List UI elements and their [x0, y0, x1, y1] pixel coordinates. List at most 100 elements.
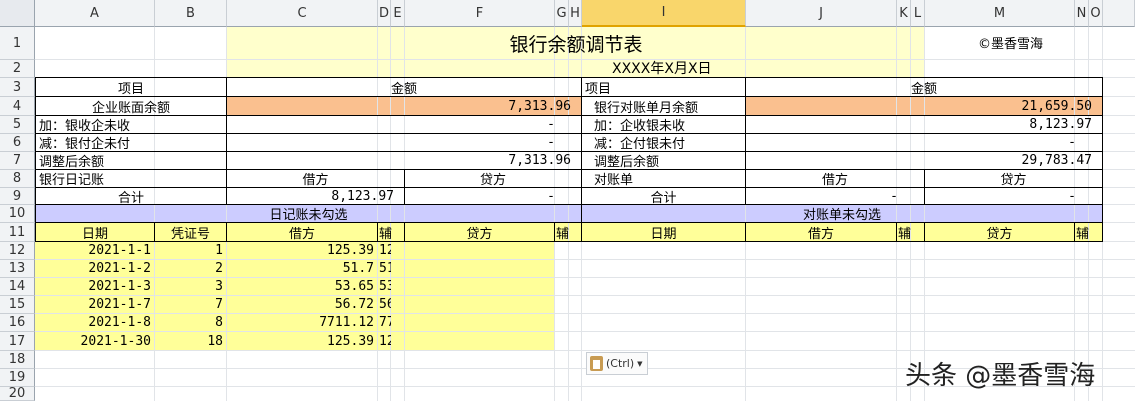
- list-header-aux[interactable]: 辅: [555, 223, 581, 242]
- right-row-label[interactable]: 调整后余额: [582, 152, 745, 169]
- entry-date[interactable]: 2021-1-7: [36, 296, 154, 313]
- right-row-value[interactable]: -: [746, 134, 1102, 151]
- row-header[interactable]: 14: [0, 278, 35, 296]
- entry-date[interactable]: 2021-1-1: [36, 242, 154, 259]
- list-header-date[interactable]: 日期: [36, 223, 154, 242]
- right-amount-header[interactable]: 金额: [746, 78, 1102, 97]
- left-row-label[interactable]: 调整后余额: [36, 152, 226, 169]
- col-header-c[interactable]: C: [227, 0, 378, 27]
- row-header[interactable]: 19: [0, 369, 35, 387]
- left-total-debit[interactable]: 8,123.97: [227, 188, 404, 204]
- right-row-value[interactable]: 29,783.47: [746, 152, 1102, 169]
- right-row-value[interactable]: 21,659.50: [746, 97, 1102, 115]
- list-header-aux[interactable]: 辅: [897, 223, 924, 242]
- right-item-header[interactable]: 项目: [582, 78, 745, 97]
- row-header[interactable]: 17: [0, 332, 35, 351]
- row-header[interactable]: 11: [0, 223, 35, 242]
- entry-debit[interactable]: 53.65: [227, 278, 377, 295]
- entry-voucher[interactable]: 2: [155, 260, 226, 277]
- list-header-aux[interactable]: 辅: [1075, 223, 1102, 242]
- entry-aux[interactable]: 77: [378, 314, 391, 331]
- left-credit-header[interactable]: 贷方: [405, 170, 581, 187]
- sheet-title[interactable]: 银行余额调节表: [227, 27, 925, 59]
- left-total-label[interactable]: 合计: [36, 188, 226, 205]
- right-row-label[interactable]: 银行对账单月余额: [582, 97, 745, 116]
- left-row-label[interactable]: 企业账面余额: [36, 97, 226, 116]
- entry-date[interactable]: 2021-1-8: [36, 314, 154, 331]
- left-amount-header[interactable]: 金额: [227, 78, 581, 97]
- col-header-i[interactable]: I: [582, 0, 746, 27]
- col-header-n[interactable]: N: [1075, 0, 1089, 27]
- right-debit-header[interactable]: 借方: [746, 170, 924, 187]
- right-total-debit[interactable]: -: [746, 188, 924, 204]
- entry-voucher[interactable]: 18: [155, 332, 226, 350]
- right-row-label[interactable]: 减：企付银未付: [582, 134, 745, 151]
- col-header-m[interactable]: M: [925, 0, 1075, 27]
- statement-section-title[interactable]: 对账单未勾选: [582, 205, 1102, 222]
- journal-section-title[interactable]: 日记账未勾选: [36, 205, 581, 222]
- left-item-header[interactable]: 项目: [36, 78, 226, 97]
- col-header-h[interactable]: H: [569, 0, 582, 27]
- row-header[interactable]: 18: [0, 351, 35, 369]
- left-row-label[interactable]: 加：银收企未收: [36, 116, 226, 133]
- col-header-l[interactable]: L: [911, 0, 925, 27]
- row-header[interactable]: 2: [0, 60, 35, 78]
- row-header[interactable]: 16: [0, 314, 35, 332]
- entry-voucher[interactable]: 1: [155, 242, 226, 259]
- entry-voucher[interactable]: 8: [155, 314, 226, 331]
- col-header-b[interactable]: B: [155, 0, 227, 27]
- entry-debit[interactable]: 51.7: [227, 260, 377, 277]
- right-total-label[interactable]: 合计: [582, 188, 745, 205]
- row-header[interactable]: 1: [0, 27, 35, 60]
- right-row-label[interactable]: 加：企收银未收: [582, 116, 745, 133]
- left-row-label[interactable]: 减：银付企未付: [36, 134, 226, 151]
- entry-debit[interactable]: 125.39: [227, 242, 377, 259]
- left-row-value[interactable]: 7,313.96: [227, 97, 581, 115]
- row-header[interactable]: 4: [0, 97, 35, 116]
- row-header[interactable]: 9: [0, 188, 35, 205]
- entry-date[interactable]: 2021-1-3: [36, 278, 154, 295]
- row-header[interactable]: 6: [0, 134, 35, 152]
- row-header[interactable]: 13: [0, 260, 35, 278]
- col-header-j[interactable]: J: [746, 0, 897, 27]
- right-row-value[interactable]: 8,123.97: [746, 116, 1102, 133]
- list-header-aux[interactable]: 辅: [378, 223, 404, 242]
- entry-debit[interactable]: 7711.12: [227, 314, 377, 331]
- list-header-credit[interactable]: 贷方: [405, 223, 554, 242]
- entry-voucher[interactable]: 3: [155, 278, 226, 295]
- left-row-value[interactable]: -: [227, 134, 581, 151]
- list-header-voucher[interactable]: 凭证号: [155, 223, 226, 242]
- col-header-e[interactable]: E: [391, 0, 405, 27]
- entry-voucher[interactable]: 7: [155, 296, 226, 313]
- entry-aux[interactable]: 53: [378, 278, 391, 295]
- list-header-right-credit[interactable]: 贷方: [925, 223, 1074, 242]
- spreadsheet[interactable]: A B C D E F G H I J K L M N O 1 2 3 4 5 …: [0, 0, 1135, 401]
- entry-aux[interactable]: 12: [378, 332, 391, 350]
- author-badge[interactable]: ©墨香雪海: [975, 30, 1085, 54]
- entry-aux[interactable]: 12: [378, 242, 391, 259]
- entry-date[interactable]: 2021-1-30: [36, 332, 154, 350]
- paste-options-button[interactable]: (Ctrl) ▼: [586, 352, 648, 375]
- row-header[interactable]: 15: [0, 296, 35, 314]
- right-credit-header[interactable]: 贷方: [925, 170, 1102, 187]
- date-line[interactable]: XXXX年X月X日: [609, 59, 809, 77]
- statement-label[interactable]: 对账单: [582, 170, 745, 187]
- col-header-d[interactable]: D: [378, 0, 391, 27]
- col-header-o[interactable]: O: [1089, 0, 1103, 27]
- row-header[interactable]: 8: [0, 170, 35, 188]
- entry-date[interactable]: 2021-1-2: [36, 260, 154, 277]
- row-header[interactable]: 20: [0, 386, 35, 401]
- entry-aux[interactable]: 56: [378, 296, 391, 313]
- right-total-credit[interactable]: -: [925, 188, 1102, 204]
- left-row-value[interactable]: 7,313.96: [227, 152, 581, 169]
- select-all-corner[interactable]: [0, 0, 35, 27]
- row-header[interactable]: 7: [0, 152, 35, 170]
- entry-debit[interactable]: 56.72: [227, 296, 377, 313]
- col-header-k[interactable]: K: [897, 0, 911, 27]
- row-header[interactable]: 5: [0, 116, 35, 134]
- row-header[interactable]: 3: [0, 78, 35, 97]
- left-total-credit[interactable]: -: [405, 188, 581, 204]
- left-row-value[interactable]: -: [227, 116, 581, 133]
- list-header-debit[interactable]: 借方: [227, 223, 377, 242]
- entry-debit[interactable]: 125.39: [227, 332, 377, 350]
